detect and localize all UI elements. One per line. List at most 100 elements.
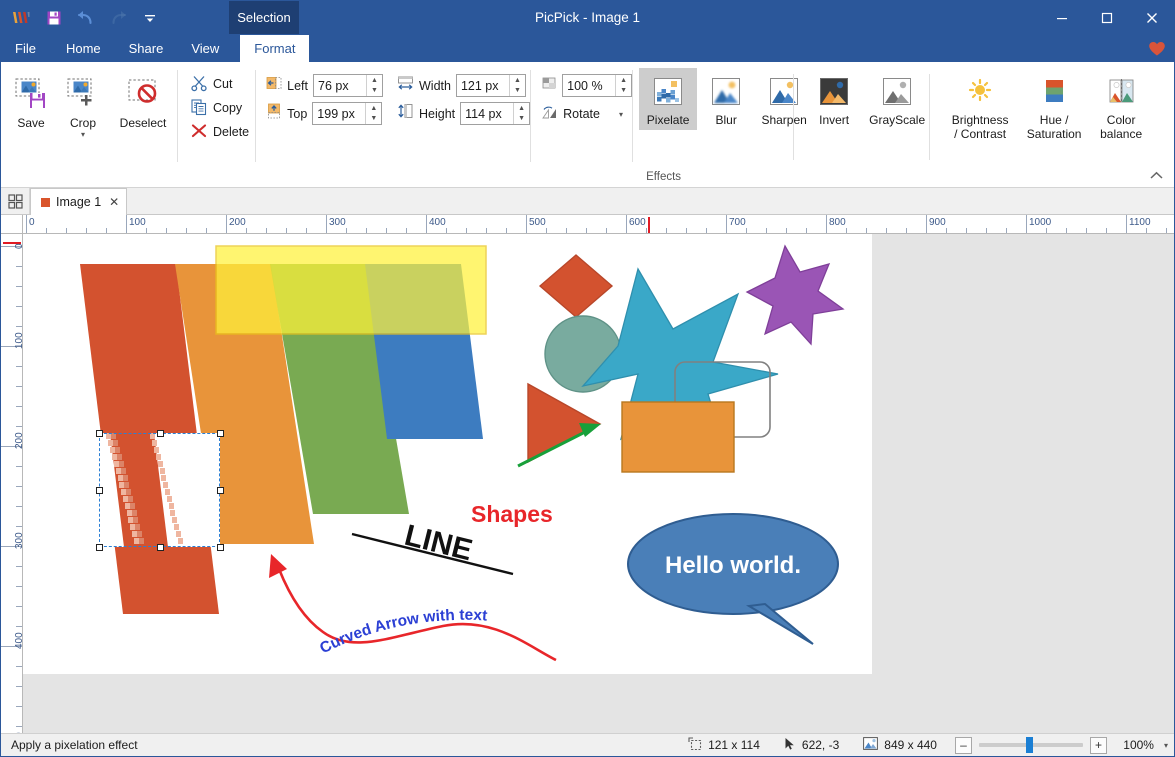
blur-button[interactable]: Blur xyxy=(697,68,755,130)
ruler-minor-tick xyxy=(666,228,667,233)
ruler-major-tick xyxy=(726,215,727,233)
selection-handle[interactable] xyxy=(217,544,224,551)
cut-button[interactable]: Cut xyxy=(186,72,255,96)
width-input[interactable] xyxy=(457,75,509,96)
status-bar: Apply a pixelation effect 121 x 114 622,… xyxy=(1,733,1174,756)
top-spin-down[interactable]: ▼ xyxy=(366,114,381,125)
top-spinbox[interactable]: ▲ ▼ xyxy=(312,102,382,125)
height-spinbox[interactable]: ▲ ▼ xyxy=(460,102,530,125)
width-spin-down[interactable]: ▼ xyxy=(510,86,525,97)
ruler-tick-label: 1000 xyxy=(1029,217,1051,228)
save-button[interactable]: Save xyxy=(5,68,57,130)
scale-spinbox[interactable]: ▲ ▼ xyxy=(562,74,632,97)
document-tab-image-1[interactable]: Image 1 ✕ xyxy=(30,188,127,215)
width-spin-arrows[interactable]: ▲ ▼ xyxy=(509,75,525,96)
ribbon-tab-share[interactable]: Share xyxy=(115,35,178,62)
zoom-in-button[interactable]: + xyxy=(1090,737,1107,754)
top-input[interactable] xyxy=(313,103,365,124)
zoom-caret-icon[interactable]: ▾ xyxy=(1161,741,1168,750)
ruler-minor-tick xyxy=(786,228,787,233)
ribbon-tab-format[interactable]: Format xyxy=(240,35,309,62)
selection-handle[interactable] xyxy=(217,487,224,494)
customize-qat-icon[interactable] xyxy=(135,3,165,33)
zoom-control: – + 100% ▾ xyxy=(949,737,1168,754)
scale-spin-arrows[interactable]: ▲ ▼ xyxy=(615,75,631,96)
height-spin-arrows[interactable]: ▲ ▼ xyxy=(513,103,529,124)
selection-size-indicator: 121 x 114 xyxy=(676,737,772,754)
height-input[interactable] xyxy=(461,103,513,124)
hue-saturation-button[interactable]: Hue / Saturation xyxy=(1019,68,1089,143)
top-spin-up[interactable]: ▲ xyxy=(366,103,381,114)
rotate-button[interactable]: Rotate ▾ xyxy=(541,102,632,126)
ribbon-tab-file[interactable]: File xyxy=(1,35,52,62)
ruler-minor-tick xyxy=(566,228,567,233)
ribbon-group-file-ops: Save Crop ▾ xyxy=(1,62,177,187)
selection-handle[interactable] xyxy=(96,544,103,551)
selection-handle[interactable] xyxy=(217,430,224,437)
collapse-ribbon-button[interactable] xyxy=(1146,165,1166,185)
scale-input[interactable] xyxy=(563,75,615,96)
pixelate-button[interactable]: Pixelate xyxy=(639,68,697,130)
grayscale-button[interactable]: GrayScale xyxy=(863,68,931,130)
left-spin-up[interactable]: ▲ xyxy=(367,75,382,86)
ribbon-tab-home[interactable]: Home xyxy=(52,35,115,62)
zoom-level-label: 100% xyxy=(1114,738,1154,752)
deselect-button[interactable]: Deselect xyxy=(109,68,177,130)
crop-button[interactable]: Crop ▾ xyxy=(57,68,109,139)
ruler-minor-tick xyxy=(586,228,587,233)
minimize-button[interactable] xyxy=(1039,1,1084,35)
delete-button[interactable]: Delete xyxy=(186,120,255,144)
ruler-major-tick xyxy=(426,215,427,233)
image-size-value: 849 x 440 xyxy=(884,738,937,752)
left-input[interactable] xyxy=(314,75,366,96)
close-button[interactable] xyxy=(1129,1,1174,35)
left-spinbox[interactable]: ▲ ▼ xyxy=(313,74,383,97)
canvas-scroll-area[interactable]: Hello world. LINE Shapes xyxy=(23,234,1174,733)
copy-button[interactable]: Copy xyxy=(186,96,255,120)
left-spin-down[interactable]: ▼ xyxy=(367,86,382,97)
height-spin-down[interactable]: ▼ xyxy=(514,114,529,125)
undo-icon[interactable] xyxy=(71,3,101,33)
zoom-slider-track[interactable] xyxy=(979,743,1083,747)
scale-spin-up[interactable]: ▲ xyxy=(616,75,631,86)
redo-icon[interactable] xyxy=(103,3,133,33)
width-spinbox[interactable]: ▲ ▼ xyxy=(456,74,526,97)
ruler-tick-label: 600 xyxy=(629,217,646,228)
curved-arrow-annotation: Curved Arrow with text xyxy=(269,554,556,660)
cut-label: Cut xyxy=(213,77,232,91)
rotate-caret-icon[interactable]: ▾ xyxy=(619,110,623,119)
height-spin-up[interactable]: ▲ xyxy=(514,103,529,114)
zoom-out-button[interactable]: – xyxy=(955,737,972,754)
blur-label: Blur xyxy=(715,114,736,128)
line-annotation: LINE xyxy=(352,519,513,574)
selection-handle[interactable] xyxy=(96,430,103,437)
ruler-minor-tick xyxy=(1106,228,1107,233)
donate-heart-icon[interactable] xyxy=(1148,35,1166,62)
top-spin-arrows[interactable]: ▲ ▼ xyxy=(365,103,381,124)
horizontal-ruler[interactable]: 010020030040050060070080090010001100 xyxy=(23,215,1174,234)
color-balance-button[interactable]: Color balance xyxy=(1089,68,1153,143)
selection-handle[interactable] xyxy=(157,544,164,551)
vertical-cursor-marker xyxy=(3,242,21,244)
vertical-ruler[interactable]: 0100200300400500 xyxy=(1,234,23,733)
cursor-position-indicator: 622, -3 xyxy=(772,737,851,754)
hue-saturation-icon xyxy=(1037,72,1071,112)
crop-caret-icon[interactable]: ▾ xyxy=(81,131,85,139)
brightness-contrast-button[interactable]: Brightness / Contrast xyxy=(941,68,1019,143)
maximize-button[interactable] xyxy=(1084,1,1129,35)
cursor-position-value: 622, -3 xyxy=(802,738,839,752)
invert-button[interactable]: Invert xyxy=(805,68,863,130)
image-canvas[interactable]: Hello world. LINE Shapes xyxy=(23,234,872,674)
ribbon-tab-view[interactable]: View xyxy=(177,35,233,62)
selection-handle[interactable] xyxy=(157,430,164,437)
scale-spin-down[interactable]: ▼ xyxy=(616,86,631,97)
selection-handle[interactable] xyxy=(96,487,103,494)
zoom-slider-thumb[interactable] xyxy=(1026,737,1033,753)
save-icon[interactable] xyxy=(39,3,69,33)
tab-close-icon[interactable]: ✕ xyxy=(109,195,119,209)
ruler-minor-tick xyxy=(706,228,707,233)
picpick-logo-icon[interactable] xyxy=(7,3,37,33)
width-spin-up[interactable]: ▲ xyxy=(510,75,525,86)
thumbnail-grid-icon[interactable] xyxy=(1,188,30,214)
left-spin-arrows[interactable]: ▲ ▼ xyxy=(366,75,382,96)
